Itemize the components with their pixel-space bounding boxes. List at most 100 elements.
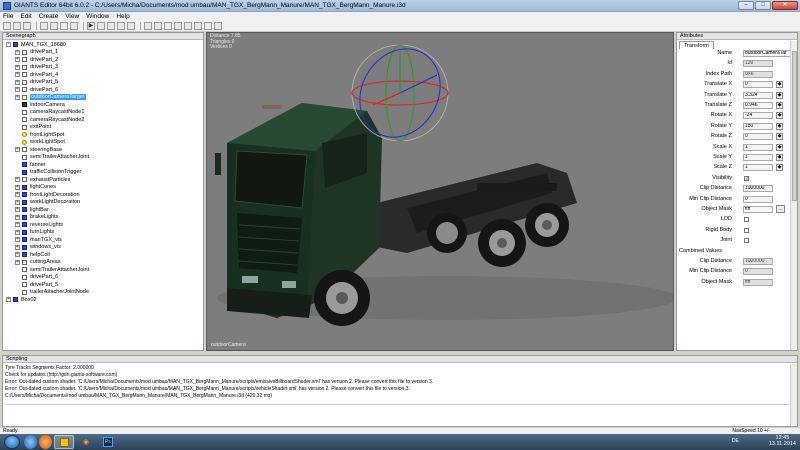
tab-transform[interactable]: Transform <box>679 41 714 49</box>
select-tool-icon[interactable] <box>97 22 105 30</box>
attribute-value-field[interactable]: 1 <box>743 154 773 161</box>
attribute-value-field[interactable]: ffff <box>743 206 773 213</box>
terrain-tool-icon[interactable] <box>144 22 152 30</box>
expand-icon[interactable]: + <box>15 237 20 243</box>
tree-node[interactable]: + turnLights <box>15 229 54 237</box>
attribute-value-field[interactable]: 180 <box>743 122 773 130</box>
tree-node[interactable]: + windows_vis <box>15 244 61 252</box>
expand-icon[interactable]: + <box>6 297 11 303</box>
tree-node[interactable]: trailerAttacherJointNode <box>15 289 89 297</box>
tree-node[interactable]: fanner <box>15 161 46 169</box>
expand-icon[interactable]: + <box>15 79 20 85</box>
tree-node[interactable]: + drivePart_2 <box>15 56 58 64</box>
expand-icon[interactable]: + <box>15 244 20 250</box>
menu-help[interactable]: Help <box>116 13 129 20</box>
tree-node[interactable]: + lightCones <box>15 184 56 192</box>
tree-node[interactable]: semiTrailerAttacherJoint <box>15 266 89 274</box>
tree-node[interactable]: trafficCollisionTrigger <box>15 169 81 177</box>
expand-icon[interactable]: + <box>15 214 20 220</box>
tree-node[interactable]: + drivePart_4 <box>15 71 58 79</box>
collapse-icon[interactable]: - <box>6 42 11 48</box>
minimize-button[interactable]: – <box>738 1 754 10</box>
attribute-value-field[interactable]: 1 <box>743 164 773 172</box>
expand-icon[interactable]: + <box>15 94 20 100</box>
expand-icon[interactable]: + <box>15 229 20 235</box>
open-file-icon[interactable] <box>13 22 21 30</box>
tree-node[interactable]: workLightSpot <box>15 139 65 147</box>
clock[interactable]: 12:45 13.11.2014 <box>769 435 796 447</box>
tree-node[interactable]: drivePart_6 <box>15 274 58 282</box>
tree-node[interactable]: indoorCamera <box>15 101 65 109</box>
tree-node[interactable]: + steeringBase <box>15 146 62 154</box>
new-file-icon[interactable] <box>3 22 11 30</box>
tree-node[interactable]: + workLightDecoration <box>15 199 80 207</box>
expand-icon[interactable]: + <box>15 177 20 183</box>
attribute-value-field[interactable]: 0 <box>743 195 773 203</box>
close-button[interactable]: ✕ <box>772 1 798 10</box>
tree-node[interactable]: + frontLightDecoration <box>15 191 80 199</box>
delete-icon[interactable] <box>70 22 78 30</box>
menu-window[interactable]: Window <box>86 13 109 20</box>
wireframe-toggle-icon[interactable] <box>204 22 212 30</box>
rotate-tool-icon[interactable] <box>117 22 125 30</box>
expand-icon[interactable]: + <box>15 147 20 153</box>
menu-file[interactable]: File <box>3 13 13 20</box>
expand-icon[interactable]: + <box>15 207 20 213</box>
scale-tool-icon[interactable] <box>127 22 135 30</box>
object-mask-edit-button[interactable]: ... <box>776 205 785 213</box>
tree-node[interactable]: + drivePart_1 <box>15 49 58 57</box>
script-input[interactable] <box>5 404 789 424</box>
scrollbar-thumb[interactable] <box>792 51 797 201</box>
copy-icon[interactable] <box>50 22 58 30</box>
move-tool-icon[interactable] <box>107 22 115 30</box>
keyframe-icon[interactable]: ◆ <box>776 112 783 120</box>
save-icon[interactable] <box>23 22 31 30</box>
media-player-icon[interactable] <box>39 435 52 449</box>
keyframe-icon[interactable]: ◆ <box>776 154 783 161</box>
tree-node[interactable]: + helpColl <box>15 251 50 259</box>
tree-node[interactable]: cameraRaycastNode2 <box>15 116 84 124</box>
render-toggle-icon[interactable] <box>214 22 222 30</box>
keyframe-icon[interactable]: ◆ <box>776 143 783 151</box>
tree-node[interactable]: exitPoint <box>15 124 51 132</box>
tree-node[interactable]: + drivePart_6 <box>15 86 58 94</box>
attribute-checkbox[interactable]: ✓ <box>744 175 749 181</box>
script-scrollbar[interactable] <box>790 364 797 426</box>
expand-icon[interactable]: + <box>15 49 20 55</box>
menu-edit[interactable]: Edit <box>20 13 31 20</box>
menu-create[interactable]: Create <box>39 13 59 20</box>
attribute-checkbox[interactable] <box>744 238 749 244</box>
tree-node[interactable]: + lightBar <box>15 206 49 214</box>
expand-icon[interactable]: + <box>15 192 20 198</box>
maximize-button[interactable]: □ <box>755 1 771 10</box>
keyframe-icon[interactable]: ◆ <box>776 81 783 89</box>
tree-node[interactable]: frontLightSpot <box>15 131 64 139</box>
keyframe-icon[interactable]: ◆ <box>776 164 783 172</box>
light-tool-icon[interactable] <box>184 22 192 30</box>
expand-icon[interactable]: + <box>15 184 20 190</box>
attribute-checkbox[interactable] <box>744 227 749 233</box>
expand-icon[interactable]: + <box>15 252 20 258</box>
3d-viewport[interactable]: Distance 7.85 Triangles 0 Vertices 0 out… <box>206 32 674 351</box>
paint-tool-icon[interactable] <box>154 22 162 30</box>
tree-node[interactable]: cameraRaycastNode1 <box>15 109 84 117</box>
tree-node[interactable]: + outdoorCameraTarget <box>15 94 86 102</box>
attributes-scrollbar[interactable] <box>790 41 797 350</box>
keyframe-icon[interactable]: ◆ <box>776 133 783 141</box>
tree-node[interactable]: semiTrailerAttacherJoint <box>15 154 89 162</box>
attribute-value-field[interactable]: 0 <box>743 81 773 89</box>
tree-node[interactable]: + drivePart_5 <box>15 79 58 87</box>
attribute-checkbox[interactable] <box>744 217 749 223</box>
expand-icon[interactable]: + <box>15 72 20 78</box>
tree-node[interactable]: + cuttingAreas <box>15 259 61 267</box>
tree-node[interactable]: + exhaustParticles <box>15 176 70 184</box>
expand-icon[interactable]: + <box>15 222 20 228</box>
grid-toggle-icon[interactable] <box>194 22 202 30</box>
attribute-value-field[interactable]: 0.946 <box>743 102 773 109</box>
expand-icon[interactable]: + <box>15 259 20 265</box>
expand-icon[interactable]: + <box>15 64 20 70</box>
expand-icon[interactable]: + <box>15 199 20 205</box>
tree-node[interactable]: + manTGX_vis <box>15 236 62 244</box>
giants-editor-taskbar-button[interactable] <box>54 435 74 449</box>
tree-node[interactable]: + brakeLights <box>15 214 58 222</box>
